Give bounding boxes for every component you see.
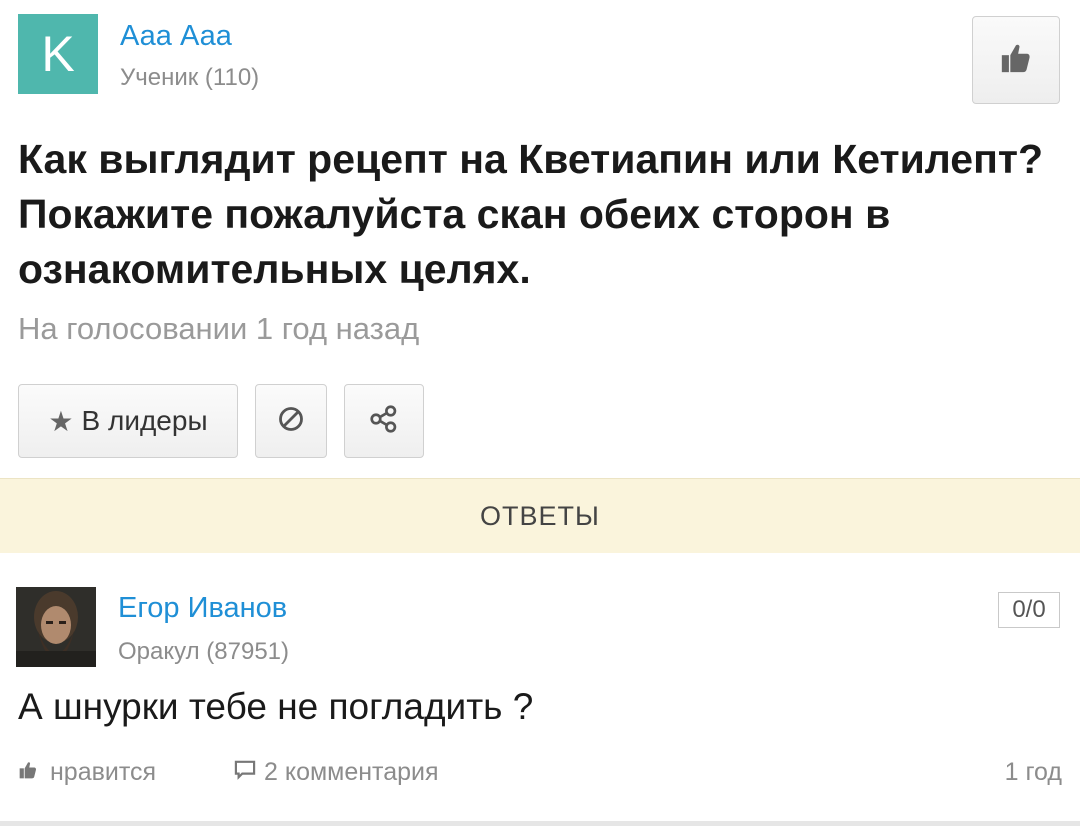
- thumbs-up-icon: [18, 758, 38, 787]
- author-avatar[interactable]: K: [18, 14, 98, 94]
- answer-author-avatar[interactable]: [16, 587, 96, 667]
- answer-like-button[interactable]: нравится: [18, 758, 156, 787]
- block-icon: [277, 405, 305, 438]
- question-status: На голосовании 1 год назад: [18, 311, 420, 346]
- answer-time: 1 год: [1004, 758, 1062, 786]
- add-to-leaders-label: В лидеры: [81, 405, 208, 436]
- answer-text: А шнурки тебе не погладить ?: [18, 686, 534, 727]
- share-button[interactable]: [344, 384, 424, 458]
- divider: [0, 821, 1080, 826]
- question-title: Как выглядит рецепт на Кветиапин или Кет…: [18, 136, 1043, 292]
- thumbs-up-icon: [999, 41, 1033, 80]
- answer-author-name[interactable]: Егор Иванов: [118, 592, 287, 625]
- answer-author-rank: Оракул (87951): [118, 638, 289, 665]
- question-actions: ★ В лидеры: [18, 384, 424, 458]
- comment-icon: [234, 758, 256, 787]
- answer-like-label: нравится: [50, 758, 157, 786]
- answer-footer: нравится 2 комментария 1 год: [18, 758, 1062, 798]
- report-button[interactable]: [255, 384, 327, 458]
- add-to-leaders-button[interactable]: ★ В лидеры: [18, 384, 238, 458]
- answer-comments-link[interactable]: 2 комментария: [234, 758, 439, 787]
- star-icon: ★: [48, 405, 74, 437]
- question-header: K Ааа Ааа Ученик (110): [18, 14, 1062, 106]
- share-icon: [368, 403, 400, 440]
- answer-comments-label: 2 комментария: [264, 758, 439, 786]
- question-author-name[interactable]: Ааа Ааа: [120, 20, 232, 53]
- answers-section-header: ОТВЕТЫ: [0, 478, 1080, 553]
- answer-score-badge: 0/0: [998, 592, 1060, 628]
- question-author-rank: Ученик (110): [120, 64, 260, 91]
- question-like-button[interactable]: [972, 16, 1060, 104]
